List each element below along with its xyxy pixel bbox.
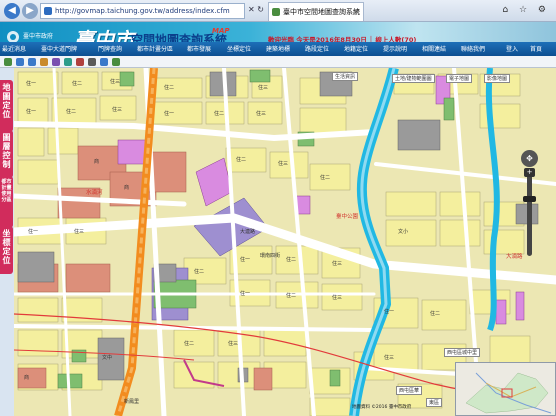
clear-icon[interactable]: [76, 58, 84, 66]
map-sign[interactable]: 土地/建物範圍圖: [392, 74, 435, 83]
zone-label: 住二: [184, 341, 195, 347]
zone-label: 住三: [332, 295, 343, 301]
address-bar[interactable]: http://govmap.taichung.gov.tw/address/in…: [40, 3, 245, 19]
zone-label: 住一: [28, 229, 39, 235]
side-tab-coord[interactable]: 坐標定位: [0, 226, 13, 274]
menu-item-home[interactable]: 首頁: [530, 44, 542, 53]
tab-favicon-icon: [272, 8, 280, 16]
zoom-control[interactable]: ✥ +: [521, 150, 538, 260]
zone-label: 文小: [398, 229, 409, 235]
zone-label: 住三: [332, 261, 343, 267]
map-sign[interactable]: 影像地圖: [484, 74, 511, 83]
place-label-park: 臺中公園: [336, 214, 359, 220]
save-icon[interactable]: [100, 58, 108, 66]
browser-bar: ◀ ▶ http://govmap.taichung.gov.tw/addres…: [0, 0, 556, 22]
zone-label: 住三: [110, 79, 121, 85]
zone-label: 住三: [256, 111, 267, 117]
menu-item-avenue[interactable]: 臺中大道門牌: [41, 44, 77, 53]
menu-item-contact[interactable]: 聯絡我們: [461, 44, 485, 53]
zoom-in-icon[interactable]: [16, 58, 24, 66]
menu-item-road[interactable]: 路段定位: [305, 44, 329, 53]
back-icon[interactable]: ◀: [4, 3, 20, 19]
menu-item-coord[interactable]: 坐標定位: [227, 44, 251, 53]
browser-tab[interactable]: 臺中市空間地圖查詢系統 ×: [268, 2, 364, 21]
map-sign[interactable]: 生活資訊: [332, 72, 359, 81]
zoom-in-button[interactable]: +: [524, 168, 535, 177]
tab-close-icon[interactable]: ×: [353, 3, 360, 21]
forward-icon[interactable]: ▶: [22, 3, 38, 19]
menu-item-help[interactable]: 提示說明: [383, 44, 407, 53]
layer-icon[interactable]: [112, 58, 120, 66]
map-sign[interactable]: 電子地圖: [446, 74, 473, 83]
main-menu: 最近消息 臺中大道門牌 門牌查詢 都市計畫分區 都市發展 坐標定位 建築地標 路…: [0, 42, 556, 56]
overview-map[interactable]: [455, 362, 556, 416]
locate-icon[interactable]: [64, 58, 72, 66]
address-url: http://govmap.taichung.gov.tw/address/in…: [55, 7, 230, 15]
zone-label: 住二: [320, 175, 331, 181]
menu-item-address[interactable]: 門牌查詢: [98, 44, 122, 53]
place-label: 新鳳里: [124, 399, 140, 405]
menu-item-login[interactable]: 登入: [506, 44, 518, 53]
zone-label: 住一: [240, 291, 251, 297]
map-sign: 西屯區華: [396, 386, 423, 395]
place-label: 環南四街: [260, 253, 281, 259]
zone-label: 住二: [430, 311, 441, 317]
side-tab-layer-ctrl[interactable]: 圖層控制: [0, 130, 13, 178]
menu-item-landmark[interactable]: 建築地標: [266, 44, 290, 53]
zone-label: 住二: [72, 81, 83, 87]
zone-label: 住二: [66, 109, 77, 115]
map-copyright: 地圖資料 ©2016 臺中市政府: [352, 405, 412, 410]
menu-item-urban[interactable]: 都市發展: [187, 44, 211, 53]
zone-label: 住三: [384, 355, 395, 361]
pan-control-icon[interactable]: ✥: [521, 150, 538, 167]
zone-label: 住三: [74, 229, 85, 235]
side-tab-zoning[interactable]: 都市計畫使用分區: [0, 176, 13, 228]
road-label: 大連路: [240, 229, 256, 235]
area-icon[interactable]: [52, 58, 60, 66]
browser-tool-icons[interactable]: ⌂ ☆ ⚙: [502, 5, 550, 15]
zoom-slider-handle[interactable]: [523, 196, 536, 202]
logo-tag: MAP: [212, 27, 230, 35]
zone-label: 住三: [112, 107, 123, 113]
zone-label: 住一: [26, 81, 37, 87]
zone-label: 住三: [228, 341, 239, 347]
zone-label: 商: [24, 375, 30, 381]
zoom-out-icon[interactable]: [28, 58, 36, 66]
zone-label: 商: [124, 185, 130, 191]
page-icon: [44, 7, 52, 15]
print-icon[interactable]: [88, 58, 96, 66]
menu-item-links[interactable]: 相關連結: [422, 44, 446, 53]
place-label-river: 水湳河: [86, 190, 103, 196]
measure-icon[interactable]: [40, 58, 48, 66]
zone-label: 住三: [278, 161, 289, 167]
overview-map-image: [456, 363, 555, 415]
zone-label: 住三: [258, 85, 269, 91]
menu-item-zoning[interactable]: 都市計畫分區: [137, 44, 173, 53]
zone-label: 住二: [194, 269, 205, 275]
zone-label: 住一: [240, 257, 251, 263]
zoom-slider[interactable]: [527, 170, 532, 256]
pan-icon[interactable]: [4, 58, 12, 66]
zone-label: 住一: [164, 111, 175, 117]
zone-label: 住二: [286, 257, 297, 263]
zone-label: 住二: [286, 293, 297, 299]
zone-label: 商: [94, 159, 100, 165]
reload-stop-icons[interactable]: ✕ ↻: [248, 5, 264, 14]
menu-item-cadastral[interactable]: 地籍定位: [344, 44, 368, 53]
zone-label: 住一: [26, 109, 37, 115]
zone-label: 文中: [102, 355, 113, 361]
zone-label: 住二: [236, 157, 247, 163]
map-sign: 東區: [426, 398, 443, 407]
zone-label: 住二: [164, 85, 175, 91]
zone-label: 住一: [384, 309, 395, 315]
menu-item-news[interactable]: 最近消息: [2, 44, 26, 53]
zone-label: 住二: [214, 111, 225, 117]
side-tab-map-locate[interactable]: 地圖定位: [0, 80, 13, 132]
tab-title: 臺中市空間地圖查詢系統: [283, 8, 360, 16]
map-sign: 西屯區城中里: [444, 348, 481, 357]
map-toolbar: [0, 56, 556, 68]
